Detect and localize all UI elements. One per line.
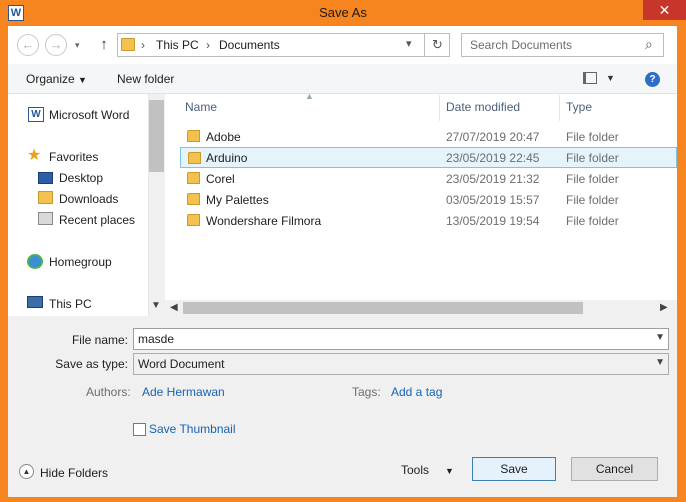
window-frame-bottom (0, 497, 686, 502)
file-date: 13/05/2019 19:54 (446, 214, 540, 228)
sidebar-item-this-pc[interactable]: This PC (49, 297, 92, 311)
horizontal-scroll-thumb[interactable] (183, 302, 583, 314)
sidebar-item-desktop[interactable]: Desktop (59, 171, 103, 185)
homegroup-icon (27, 254, 43, 269)
file-name: Adobe (206, 130, 241, 144)
downloads-icon (38, 191, 53, 204)
word-icon: W (28, 107, 44, 122)
recent-locations-chevron-icon[interactable]: ▾ (75, 40, 80, 51)
column-header-date-modified[interactable]: Date modified (446, 100, 520, 114)
chevron-down-icon[interactable]: ▼ (655, 357, 665, 368)
tags-label: Tags: (352, 385, 381, 399)
column-header-name[interactable]: Name (185, 100, 217, 114)
file-name-value: masde (138, 332, 175, 346)
save-thumbnail-checkbox[interactable] (133, 423, 146, 436)
back-button[interactable]: ← (17, 34, 39, 56)
breadcrumb-this-pc[interactable]: This PC (156, 38, 199, 52)
folder-icon (187, 172, 200, 184)
hide-folders-icon[interactable]: ▲ (19, 464, 34, 479)
window-frame-left (0, 26, 8, 502)
file-name: My Palettes (206, 193, 269, 207)
sidebar-item-recent-places[interactable]: Recent places (59, 213, 135, 227)
chevron-down-icon: ▼ (78, 75, 87, 85)
computer-icon (27, 296, 43, 308)
file-type: File folder (566, 214, 619, 228)
file-type: File folder (566, 130, 619, 144)
folder-icon (187, 130, 200, 142)
list-item[interactable]: Arduino 23/05/2019 22:45 File folder (180, 147, 677, 168)
tools-menu[interactable]: Tools ▼ (401, 463, 454, 477)
view-options-icon[interactable] (583, 72, 597, 84)
sort-ascending-icon: ▲ (305, 91, 314, 101)
sidebar-item-homegroup[interactable]: Homegroup (49, 255, 112, 269)
hide-folders-button[interactable]: Hide Folders (40, 466, 108, 480)
new-folder-button[interactable]: New folder (117, 72, 174, 86)
save-as-type-label: Save as type: (55, 357, 128, 371)
window-title: Save As (319, 5, 367, 20)
list-item[interactable]: My Palettes 03/05/2019 15:57 File folder (180, 189, 677, 210)
forward-button[interactable]: → (45, 34, 67, 56)
navigation-pane-scroll-thumb[interactable] (149, 100, 164, 172)
authors-value[interactable]: Ade Hermawan (142, 385, 225, 399)
close-button[interactable]: ✕ (643, 0, 686, 20)
search-input[interactable]: Search Documents (470, 38, 572, 52)
column-separator[interactable] (439, 95, 440, 121)
column-separator[interactable] (559, 95, 560, 121)
breadcrumb-documents[interactable]: Documents (219, 38, 280, 52)
save-as-type-select[interactable]: Word Document ▼ (133, 353, 669, 375)
file-name-label: File name: (71, 333, 128, 347)
up-button[interactable]: ↑ (97, 36, 111, 54)
scroll-right-icon[interactable]: ▶ (660, 302, 668, 313)
address-bar[interactable]: › This PC › Documents ▾ ↻ (117, 33, 450, 57)
folder-icon (187, 214, 200, 226)
column-header-type[interactable]: Type (566, 100, 592, 114)
file-date: 23/05/2019 22:45 (446, 151, 540, 165)
star-icon: ★ (27, 147, 42, 164)
help-icon[interactable]: ? (645, 72, 660, 87)
refresh-button[interactable]: ↻ (424, 34, 450, 56)
address-dropdown-icon[interactable]: ▾ (406, 37, 412, 50)
file-name: Wondershare Filmora (206, 214, 322, 228)
search-box[interactable]: Search Documents ⌕ (461, 33, 664, 57)
list-item[interactable]: Wondershare Filmora 13/05/2019 19:54 Fil… (180, 210, 677, 231)
tags-input[interactable]: Add a tag (391, 385, 442, 399)
folder-icon (188, 152, 201, 164)
scroll-left-icon[interactable]: ◀ (170, 302, 178, 313)
authors-label: Authors: (86, 385, 131, 399)
chevron-down-icon[interactable]: ▼ (655, 332, 665, 343)
file-name: Arduino (206, 151, 248, 165)
sidebar-item-microsoft-word[interactable]: Microsoft Word (49, 108, 129, 122)
file-type: File folder (566, 151, 619, 165)
sidebar-item-downloads[interactable]: Downloads (59, 192, 118, 206)
file-date: 23/05/2019 21:32 (446, 172, 540, 186)
organize-menu[interactable]: Organize ▼ (26, 72, 87, 86)
scroll-down-icon[interactable]: ▼ (151, 300, 161, 311)
command-bar (8, 64, 677, 94)
desktop-icon (38, 172, 53, 184)
recent-places-icon (38, 212, 53, 225)
file-type: File folder (566, 172, 619, 186)
sidebar-item-favorites[interactable]: Favorites (49, 150, 98, 164)
folder-icon (121, 38, 135, 51)
save-as-type-value: Word Document (138, 357, 225, 371)
file-date: 03/05/2019 15:57 (446, 193, 540, 207)
file-name: Corel (206, 172, 235, 186)
search-icon: ⌕ (645, 36, 653, 52)
file-type: File folder (566, 193, 619, 207)
folder-icon (187, 193, 200, 205)
breadcrumb-separator: › (206, 38, 210, 52)
cancel-button[interactable]: Cancel (571, 457, 658, 481)
view-dropdown-icon[interactable]: ▼ (606, 73, 615, 83)
list-item[interactable]: Corel 23/05/2019 21:32 File folder (180, 168, 677, 189)
save-thumbnail-label[interactable]: Save Thumbnail (149, 422, 236, 436)
file-name-field[interactable]: masde ▼ (133, 328, 669, 350)
breadcrumb-separator: › (141, 38, 145, 52)
chevron-down-icon: ▼ (445, 466, 454, 476)
list-item[interactable]: Adobe 27/07/2019 20:47 File folder (180, 126, 677, 147)
save-button[interactable]: Save (472, 457, 556, 481)
file-date: 27/07/2019 20:47 (446, 130, 540, 144)
window-frame-right (677, 26, 686, 502)
